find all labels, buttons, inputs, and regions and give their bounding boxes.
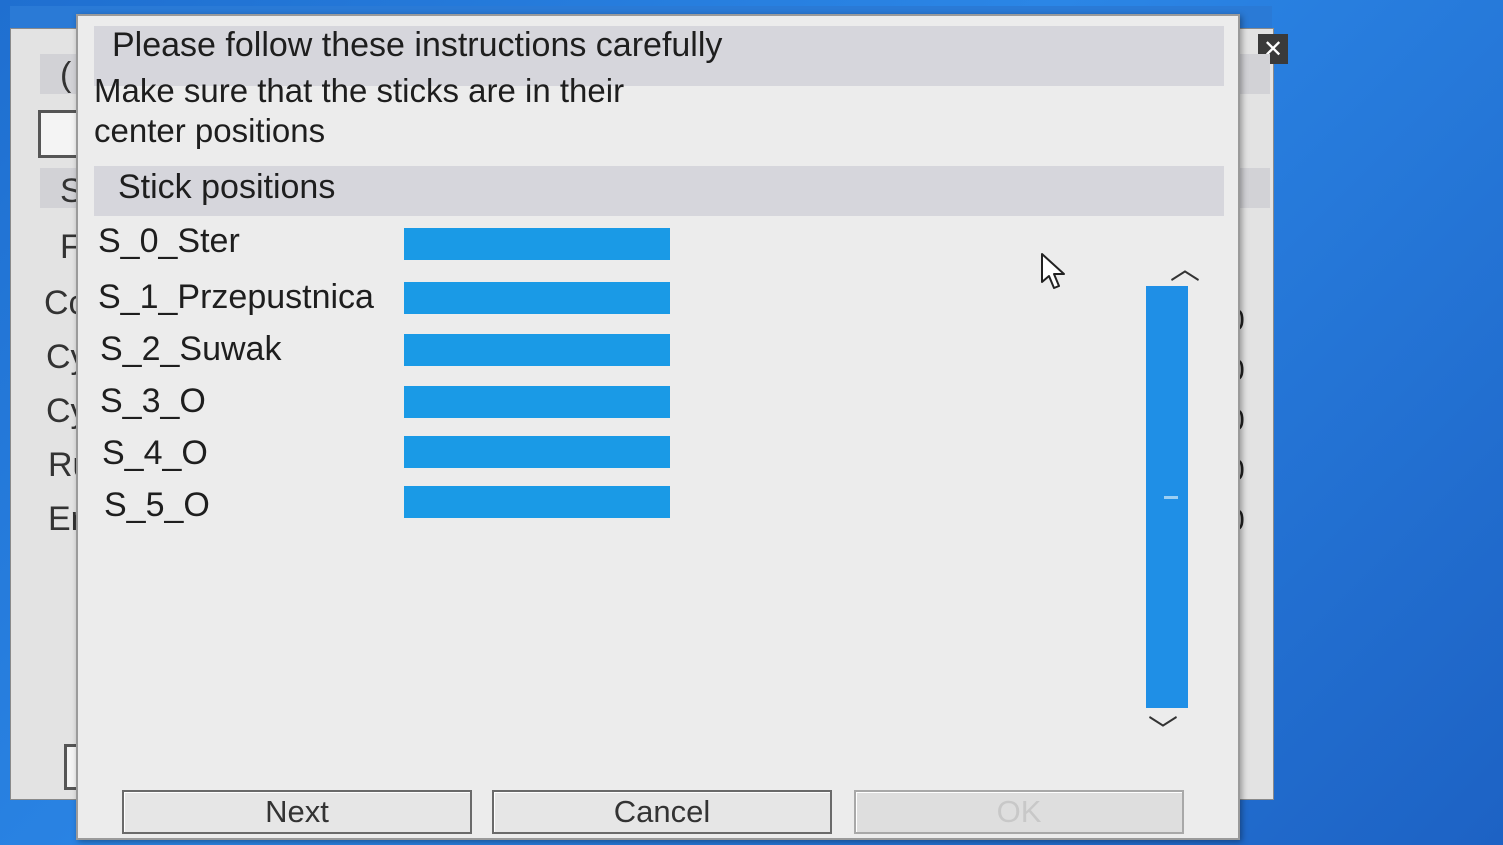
cancel-button[interactable]: Cancel [492,790,832,834]
slider-center-mark [1164,496,1178,499]
vertical-slider[interactable] [1146,286,1188,708]
stick-position-bar [404,282,670,314]
stick-label: S_2_Suwak [100,330,282,368]
chevron-up-icon[interactable]: ︿ [1170,244,1200,288]
instruction-text: Make sure that the sticks are in their [94,72,625,109]
stick-position-bar [404,334,670,366]
stick-position-bar [404,228,670,260]
stick-position-bar [404,386,670,418]
instruction-text: center positions [94,112,326,149]
stick-label: S_1_Przepustnica [98,278,374,316]
stick-position-bar [404,486,670,518]
section-title: Stick positions [118,168,336,206]
ok-button[interactable]: OK [854,790,1184,834]
stick-label: S_5_O [104,486,210,524]
dialog-header: Please follow these instructions careful… [112,26,723,64]
stick-label: S_3_O [100,382,206,420]
background-checkbox[interactable] [38,110,80,158]
stick-label: S_0_Ster [98,222,240,260]
chevron-down-icon[interactable]: ﹀ [1148,706,1178,750]
calibration-dialog: Please follow these instructions careful… [76,14,1240,840]
background-label: ( [60,56,72,94]
stick-position-bar [404,436,670,468]
mouse-pointer-icon [1041,253,1065,289]
stick-label: S_4_O [102,434,208,472]
next-button[interactable]: Next [122,790,472,834]
